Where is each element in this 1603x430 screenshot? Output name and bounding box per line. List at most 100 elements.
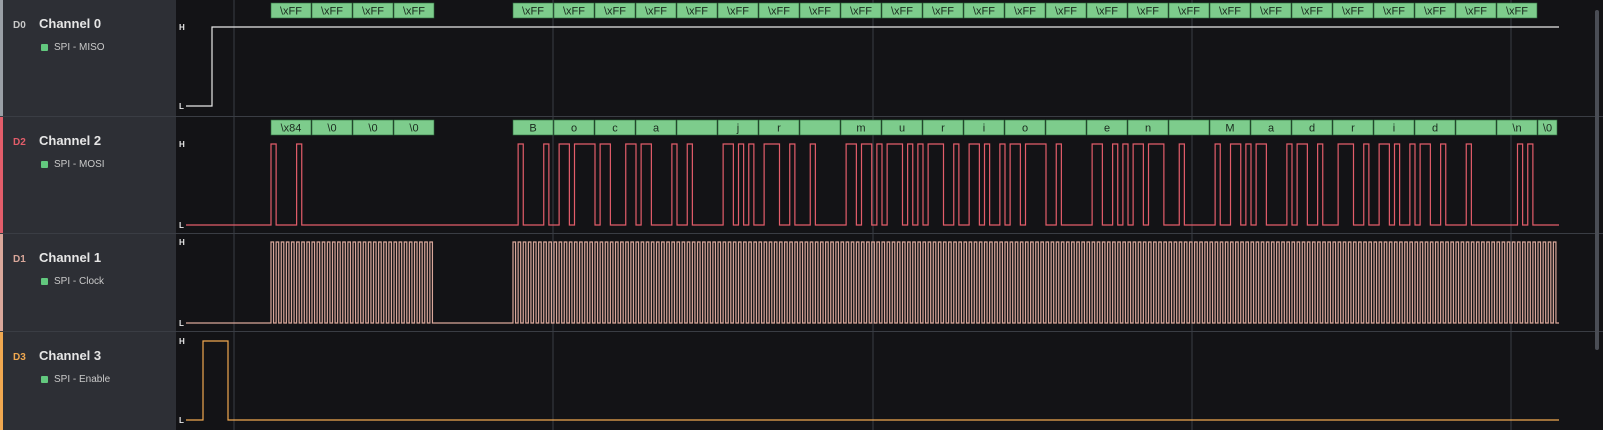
decoded-byte-label: \xFF — [1506, 6, 1528, 18]
decoded-byte-label: \xFF — [1014, 6, 1036, 18]
decoded-byte-label: e — [1104, 123, 1110, 135]
level-low-label: L — [179, 319, 184, 328]
waveform-mosi: H L \x84 \0 \0 \0 Bo c a j r m u r i o e n Ma d r i d \n \0 — [179, 117, 1559, 234]
decoded-byte-label: \x84 — [281, 123, 302, 135]
decoded-byte-label: d — [1309, 123, 1315, 135]
decoded-byte-label: \0 — [1543, 123, 1552, 135]
decoded-byte-label: \xFF — [280, 6, 302, 18]
channel-name[interactable]: Channel 1 — [39, 250, 101, 265]
decoded-byte-label: a — [653, 123, 660, 135]
decoded-byte-label: \xFF — [321, 6, 343, 18]
analyzer-indicator-icon — [41, 161, 48, 168]
waveform-clock: HL — [179, 234, 1559, 332]
decoded-byte-label: \xFF — [1424, 6, 1446, 18]
decoded-byte-label: \xFF — [1260, 6, 1282, 18]
decoded-byte-label: \xFF — [1096, 6, 1118, 18]
decoded-byte-label: \xFF — [686, 6, 708, 18]
decoded-byte-box — [1455, 119, 1497, 136]
decoded-byte-label: \xFF — [604, 6, 626, 18]
level-low-label: L — [179, 221, 184, 230]
decoded-byte-label: r — [777, 123, 781, 135]
decoded-byte-label: m — [856, 123, 865, 135]
level-high-label: H — [179, 337, 185, 346]
analyzer-name[interactable]: SPI - Clock — [54, 276, 104, 287]
analyzer-name[interactable]: SPI - MOSI — [54, 159, 105, 170]
decoded-byte-label: \xFF — [1301, 6, 1323, 18]
channel-label-panel[interactable]: D3 Channel 3 SPI - Enable — [0, 332, 176, 430]
decoded-byte-label: o — [571, 123, 577, 135]
vertical-scrollbar[interactable] — [1595, 10, 1599, 350]
decoded-byte-label: \xFF — [1055, 6, 1077, 18]
decoded-byte-label: a — [1268, 123, 1275, 135]
waveform-area-enable[interactable]: HL — [176, 332, 1603, 430]
decoded-byte-label: \xFF — [522, 6, 544, 18]
decoded-byte-label: \xFF — [563, 6, 585, 18]
waveform-miso: H L \xFF \xFF \xFF \xFF \xFF \xFF \xFF \xFF \xFF \x… — [179, 0, 1559, 117]
level-low-label: L — [179, 102, 184, 111]
channel-tag: D1 — [13, 254, 26, 265]
channel-tag: D0 — [13, 20, 26, 31]
waveform-area-miso[interactable]: H L \xFF \xFF \xFF \xFF \xFF \xFF \xFF \xFF \xFF \x… — [176, 0, 1603, 117]
decoded-byte-box — [1168, 119, 1210, 136]
decoded-byte-label: i — [1393, 123, 1395, 135]
waveform-enable: HL — [179, 332, 1559, 430]
decoded-byte-label: \xFF — [403, 6, 425, 18]
channel-name[interactable]: Channel 2 — [39, 133, 101, 148]
decoded-byte-label: r — [941, 123, 945, 135]
channel-label-panel[interactable]: D2 Channel 2 SPI - MOSI — [0, 117, 176, 233]
decoded-byte-label: \xFF — [1383, 6, 1405, 18]
decoded-byte-label: o — [1022, 123, 1028, 135]
decoded-byte-label: \xFF — [850, 6, 872, 18]
decoded-byte-label: \xFF — [768, 6, 790, 18]
decoded-byte-box — [1045, 119, 1087, 136]
decoded-byte-label: \xFF — [809, 6, 831, 18]
level-high-label: H — [179, 140, 185, 149]
decoded-byte-label: \xFF — [1137, 6, 1159, 18]
decoded-byte-label: \xFF — [1219, 6, 1241, 18]
analyzer-name[interactable]: SPI - MISO — [54, 42, 105, 53]
decoded-byte-box — [676, 119, 718, 136]
decoded-byte-label: \xFF — [362, 6, 384, 18]
decoded-byte-label: \xFF — [1465, 6, 1487, 18]
channel-name[interactable]: Channel 0 — [39, 16, 101, 31]
decoded-byte-label: c — [612, 123, 618, 135]
level-low-label: L — [179, 416, 184, 425]
channel-label-panel[interactable]: D1 Channel 1 SPI - Clock — [0, 234, 176, 331]
decoded-byte-label: \xFF — [891, 6, 913, 18]
decoded-byte-label: \xFF — [932, 6, 954, 18]
decoded-byte-label: \xFF — [973, 6, 995, 18]
decoded-byte-label: \xFF — [727, 6, 749, 18]
decoded-byte-box — [799, 119, 841, 136]
level-high-label: H — [179, 23, 185, 32]
decoded-byte-label: n — [1145, 123, 1151, 135]
decoded-byte-label: M — [1225, 123, 1234, 135]
decoded-byte-label: j — [736, 123, 739, 135]
waveform-area-mosi[interactable]: H L \x84 \0 \0 \0 Bo c a j r m u r i o e n Ma d r i d \n \0 — [176, 117, 1603, 234]
decoded-byte-label: \0 — [327, 123, 336, 135]
decoded-byte-label: \0 — [409, 123, 418, 135]
channel-row-miso: D0 Channel 0 SPI - MISO H L \xFF \xFF \xFF \x… — [0, 0, 1603, 117]
decoded-byte-label: u — [899, 123, 905, 135]
channel-tag: D2 — [13, 137, 26, 148]
decoded-byte-label: \xFF — [1178, 6, 1200, 18]
level-high-label: H — [179, 238, 185, 247]
waveform-area-clock[interactable]: HL — [176, 234, 1603, 332]
analyzer-name[interactable]: SPI - Enable — [54, 374, 110, 385]
channel-tag: D3 — [13, 352, 26, 363]
decoded-byte-label: i — [983, 123, 985, 135]
channel-row-clock: D1 Channel 1 SPI - Clock HL — [0, 234, 1603, 332]
decoded-byte-label: r — [1351, 123, 1355, 135]
decoded-byte-label: \xFF — [645, 6, 667, 18]
decoded-byte-label: \xFF — [1342, 6, 1364, 18]
decoded-byte-label: B — [529, 123, 536, 135]
analyzer-indicator-icon — [41, 376, 48, 383]
decoded-byte-label: d — [1432, 123, 1438, 135]
channel-row-enable: D3 Channel 3 SPI - Enable HL — [0, 332, 1603, 430]
decoded-byte-label: \n — [1512, 123, 1521, 135]
analyzer-indicator-icon — [41, 278, 48, 285]
analyzer-indicator-icon — [41, 44, 48, 51]
channel-row-mosi: D2 Channel 2 SPI - MOSI H L \x84 \0 \0 \0 Bo c a… — [0, 117, 1603, 234]
channel-label-panel[interactable]: D0 Channel 0 SPI - MISO — [0, 0, 176, 116]
channel-name[interactable]: Channel 3 — [39, 348, 101, 363]
decoded-byte-label: \0 — [368, 123, 377, 135]
